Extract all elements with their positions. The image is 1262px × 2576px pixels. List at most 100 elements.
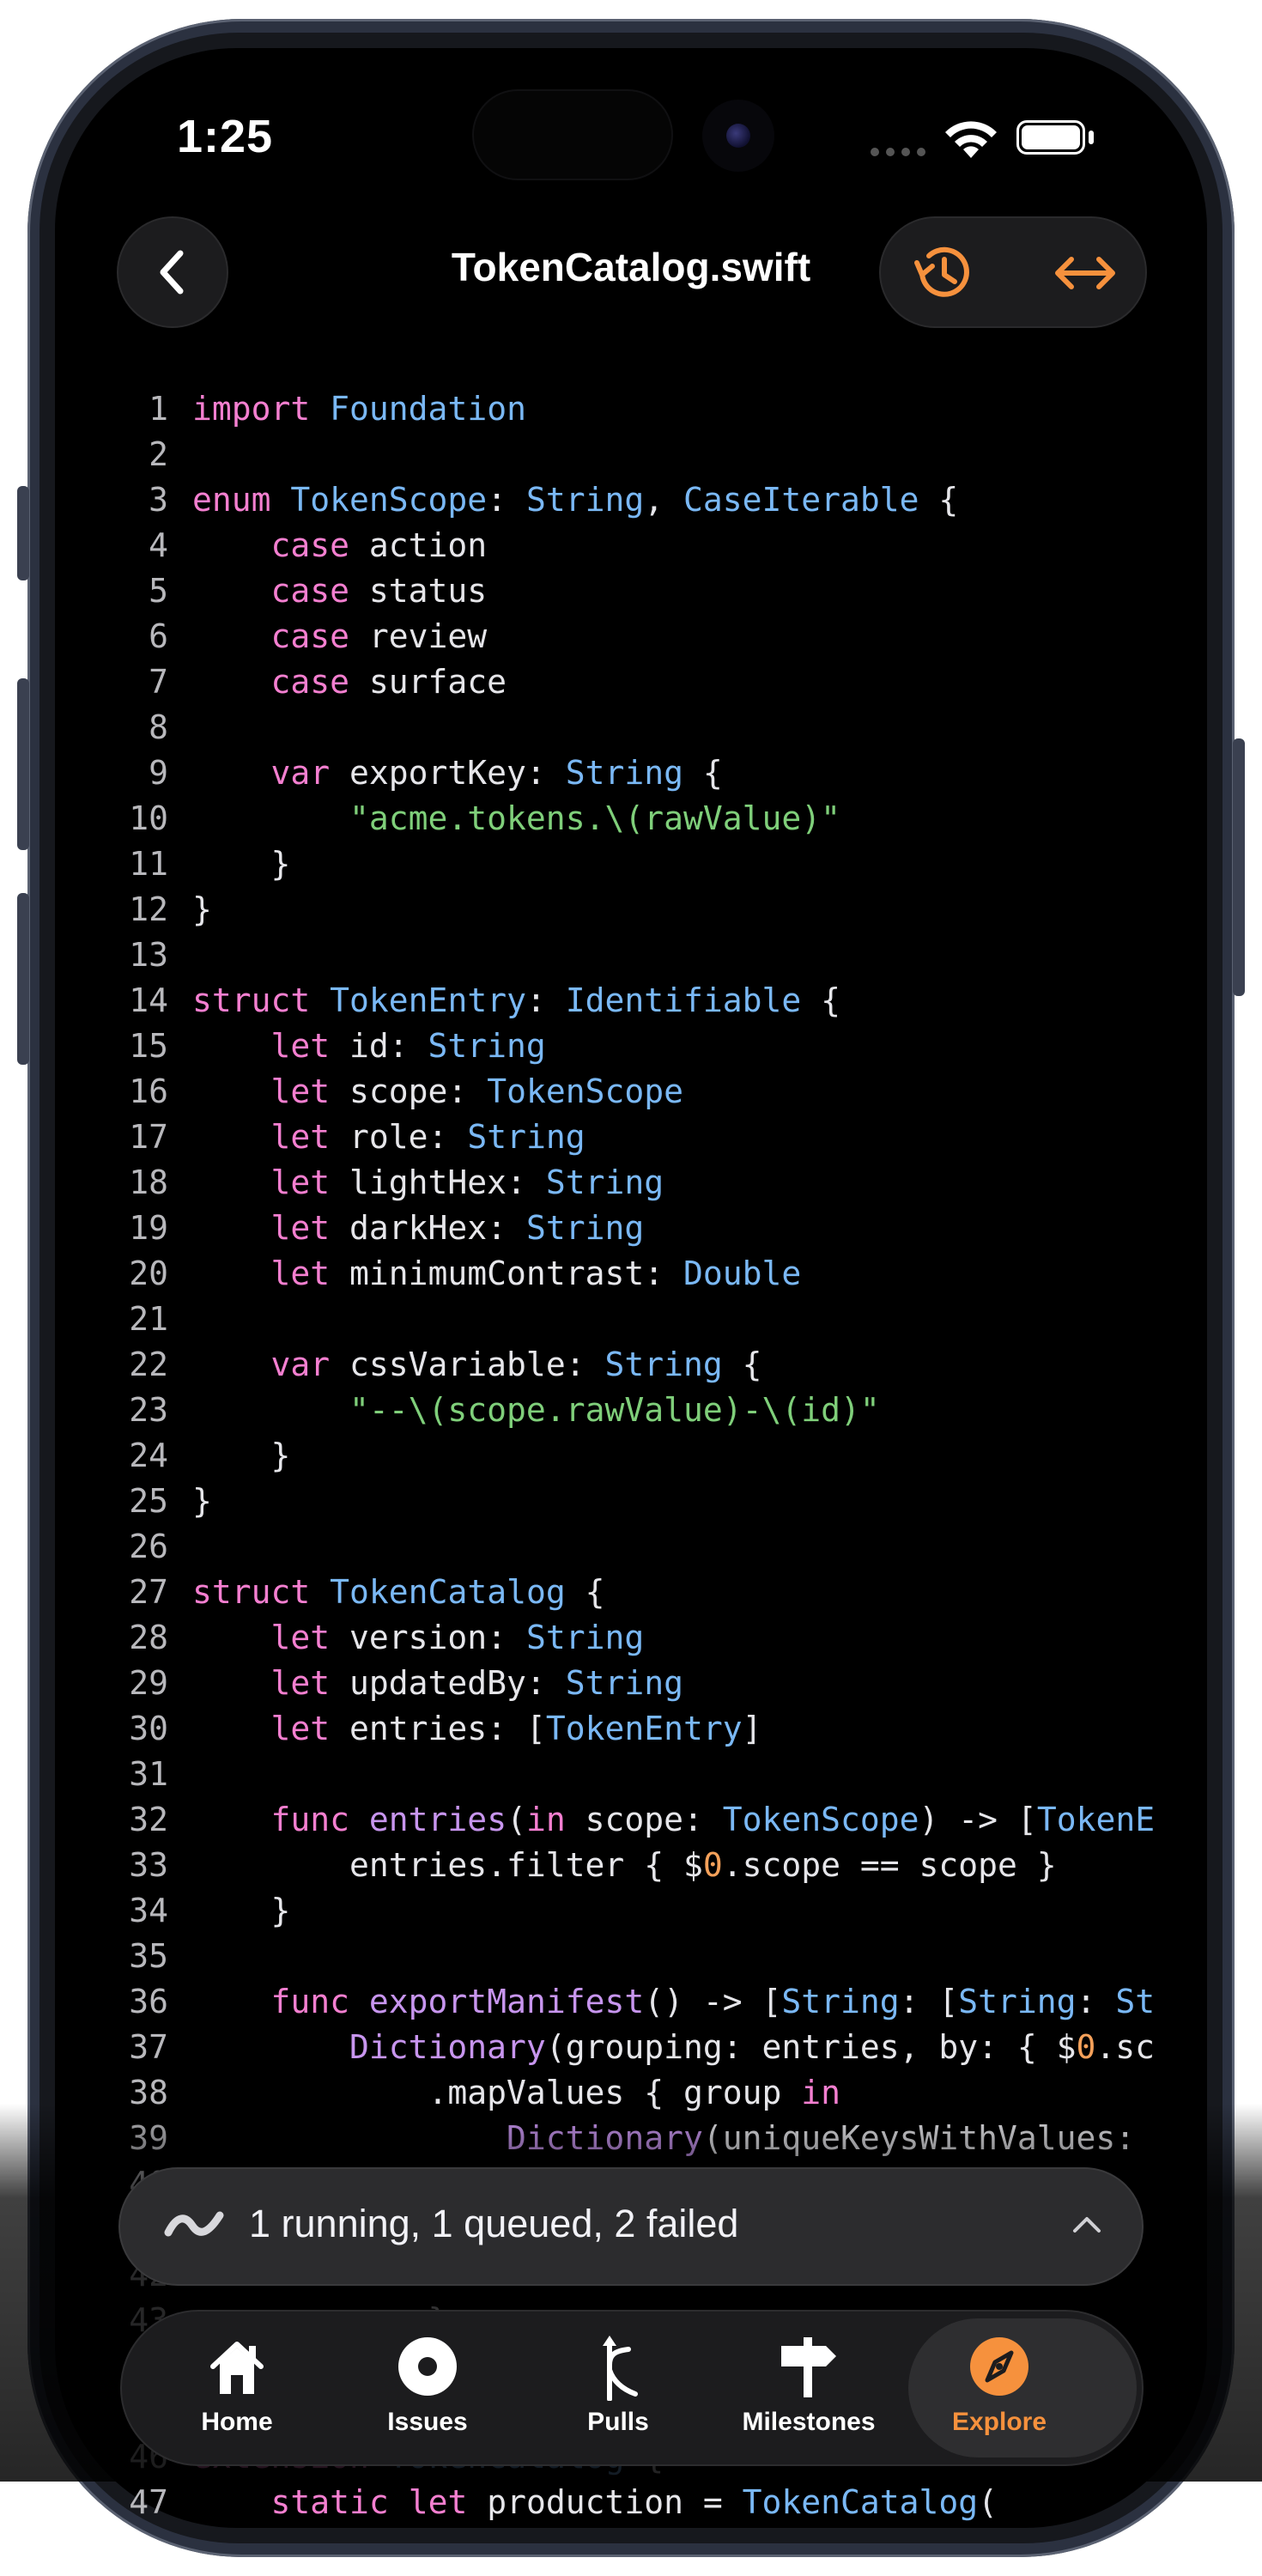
line-number: 31 bbox=[129, 1755, 168, 1793]
line-number: 17 bbox=[129, 1118, 168, 1156]
line-number: 13 bbox=[129, 936, 168, 974]
line-text: let version: String bbox=[270, 1619, 645, 1656]
line-number: 4 bbox=[149, 526, 168, 564]
tab-home[interactable]: Home bbox=[151, 2324, 323, 2452]
line-number: 33 bbox=[129, 1846, 168, 1884]
line-text: let updatedBy: String bbox=[270, 1664, 683, 1702]
tab-home-label: Home bbox=[201, 2408, 273, 2436]
pull-request-icon bbox=[603, 2336, 638, 2401]
arrows-left-right-icon bbox=[1055, 257, 1115, 289]
line-text: static let production = TokenCatalog( bbox=[270, 2483, 998, 2521]
history-button[interactable] bbox=[901, 232, 984, 314]
line-number: 5 bbox=[149, 572, 168, 610]
line-text: let minimumContrast: Double bbox=[270, 1255, 802, 1292]
line-number: 12 bbox=[129, 890, 168, 928]
chevron-left-icon bbox=[160, 250, 184, 295]
back-button[interactable] bbox=[117, 216, 228, 328]
issue-dot-icon bbox=[398, 2337, 457, 2396]
tab-pulls[interactable]: Pulls bbox=[532, 2324, 704, 2452]
line-number: 21 bbox=[129, 1300, 168, 1338]
line-text: case status bbox=[270, 572, 488, 610]
line-text: "--\(scope.rawValue)-\(id)" bbox=[349, 1391, 880, 1429]
volume-down-button bbox=[17, 893, 29, 1065]
signpost-icon bbox=[781, 2337, 836, 2397]
line-number: 10 bbox=[129, 799, 168, 837]
tab-issues[interactable]: Issues bbox=[342, 2324, 513, 2452]
cellular-signal-icon bbox=[871, 148, 925, 156]
line-number: 1 bbox=[149, 390, 168, 428]
line-number: 19 bbox=[129, 1209, 168, 1247]
line-text: "acme.tokens.\(rawValue)" bbox=[349, 799, 840, 837]
activity-wave-icon bbox=[164, 2211, 224, 2237]
line-text: let darkHex: String bbox=[270, 1209, 645, 1247]
line-number: 7 bbox=[149, 663, 168, 701]
compass-icon bbox=[970, 2337, 1028, 2396]
line-number: 9 bbox=[149, 754, 168, 792]
line-text: func entries(in scope: TokenScope) -> [T… bbox=[270, 1801, 1156, 1838]
line-text: case review bbox=[270, 617, 488, 655]
line-text: func exportManifest() -> [String: [Strin… bbox=[270, 1983, 1156, 2020]
line-number: 18 bbox=[129, 1163, 168, 1201]
line-number: 23 bbox=[129, 1391, 168, 1429]
line-text: struct TokenEntry: Identifiable { bbox=[192, 981, 841, 1019]
line-text: let id: String bbox=[270, 1027, 546, 1065]
history-icon bbox=[914, 246, 969, 297]
line-number: 24 bbox=[129, 1437, 168, 1474]
line-text: let lightHex: String bbox=[270, 1163, 664, 1201]
tab-milestones-label: Milestones bbox=[742, 2408, 876, 2436]
tab-explore[interactable]: Explore bbox=[913, 2324, 1085, 2452]
line-text: } bbox=[192, 1482, 212, 1520]
status-time: 1:25 bbox=[177, 111, 274, 162]
line-number: 37 bbox=[129, 2028, 168, 2066]
line-number: 30 bbox=[129, 1710, 168, 1747]
line-text: } bbox=[192, 845, 291, 883]
line-number: 16 bbox=[129, 1072, 168, 1110]
battery-icon bbox=[1016, 120, 1085, 155]
line-number: 14 bbox=[129, 981, 168, 1019]
power-button bbox=[1233, 738, 1245, 996]
line-text: import Foundation bbox=[192, 390, 526, 428]
file-title: TokenCatalog.swift bbox=[451, 245, 811, 289]
tab-milestones[interactable]: Milestones bbox=[723, 2324, 895, 2452]
line-number: 26 bbox=[129, 1528, 168, 1565]
action-button bbox=[17, 486, 29, 580]
line-number: 11 bbox=[129, 845, 168, 883]
line-number: 6 bbox=[149, 617, 168, 655]
line-text: struct TokenCatalog { bbox=[192, 1573, 605, 1611]
line-text: var exportKey: String { bbox=[270, 754, 723, 792]
line-number: 47 bbox=[129, 2483, 168, 2521]
line-text: var cssVariable: String { bbox=[270, 1346, 762, 1383]
line-number: 3 bbox=[149, 481, 168, 519]
line-text: entries.filter { $0.scope == scope } bbox=[192, 1846, 1057, 1884]
line-number: 2 bbox=[149, 435, 168, 473]
line-number: 15 bbox=[129, 1027, 168, 1065]
tab-explore-label: Explore bbox=[951, 2408, 1047, 2436]
line-number: 8 bbox=[149, 708, 168, 746]
compare-button[interactable] bbox=[1044, 232, 1126, 314]
line-text: case action bbox=[270, 526, 488, 564]
dynamic-island bbox=[474, 91, 671, 179]
line-text: let role: String bbox=[270, 1118, 585, 1156]
line-text: case surface bbox=[270, 663, 507, 701]
line-number: 34 bbox=[129, 1892, 168, 1929]
line-text: } bbox=[192, 1892, 291, 1929]
volume-up-button bbox=[17, 678, 29, 850]
line-number: 36 bbox=[129, 1983, 168, 2020]
chevron-up-icon[interactable] bbox=[1068, 2210, 1106, 2239]
line-number: 25 bbox=[129, 1482, 168, 1520]
line-text: enum TokenScope: String, CaseIterable { bbox=[192, 481, 959, 519]
line-number: 27 bbox=[129, 1573, 168, 1611]
line-number: 32 bbox=[129, 1801, 168, 1838]
line-text: } bbox=[192, 1437, 291, 1474]
battery-tip bbox=[1089, 131, 1094, 144]
wifi-icon bbox=[945, 121, 997, 158]
line-text: Dictionary(grouping: entries, by: { $0.s… bbox=[349, 2028, 1156, 2066]
tab-issues-label: Issues bbox=[387, 2408, 468, 2436]
line-number: 35 bbox=[129, 1937, 168, 1975]
line-text: } bbox=[192, 890, 212, 928]
line-number: 22 bbox=[129, 1346, 168, 1383]
line-number: 28 bbox=[129, 1619, 168, 1656]
tab-pulls-label: Pulls bbox=[587, 2408, 649, 2436]
activity-summary: 1 running, 1 queued, 2 failed bbox=[249, 2202, 739, 2245]
line-number: 29 bbox=[129, 1664, 168, 1702]
